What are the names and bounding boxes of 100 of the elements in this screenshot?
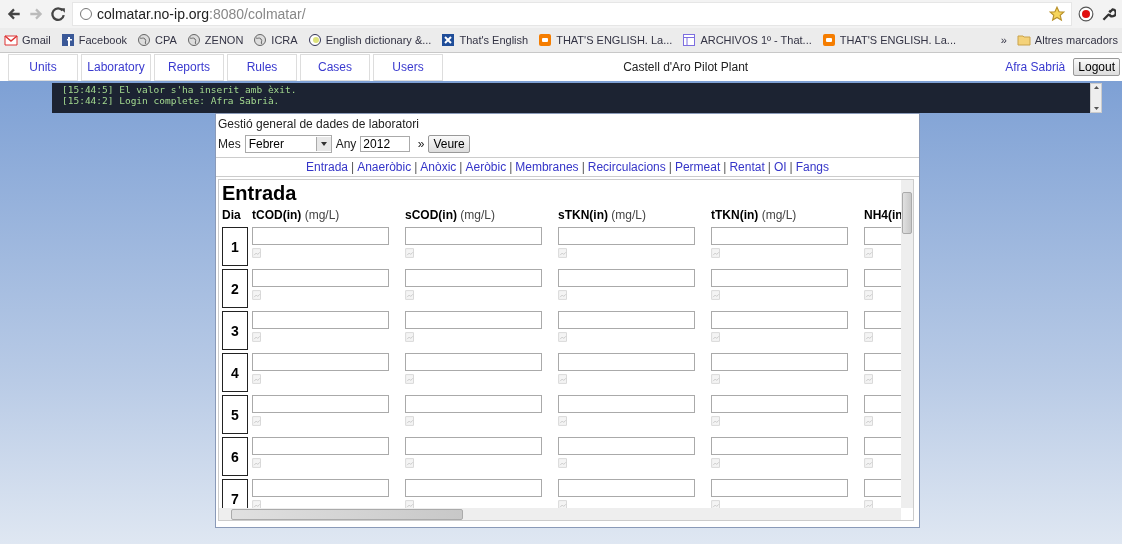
value-field[interactable]: [558, 479, 695, 497]
section-link[interactable]: Anaeròbic: [357, 160, 412, 174]
reload-icon: [50, 6, 66, 22]
value-field[interactable]: [252, 227, 389, 245]
broken-image-icon: [405, 458, 415, 468]
bookmark-link[interactable]: ICRA: [253, 33, 298, 47]
value-field[interactable]: [405, 227, 542, 245]
bookmark-link[interactable]: THAT'S ENGLISH. La...: [821, 33, 956, 47]
separator-text: |: [414, 160, 418, 174]
broken-image-icon: [252, 500, 262, 508]
bookmark-link[interactable]: That's English: [441, 33, 529, 47]
value-field[interactable]: [252, 353, 389, 371]
value-field[interactable]: [711, 395, 848, 413]
horizontal-scrollbar[interactable]: [219, 508, 901, 520]
show-button[interactable]: Veure: [428, 135, 470, 153]
broken-image-icon: [252, 290, 262, 300]
logout-button[interactable]: Logout: [1073, 58, 1120, 76]
globe-icon: [186, 33, 201, 47]
value-field[interactable]: [252, 269, 389, 287]
log-scrollbar[interactable]: [1090, 83, 1102, 113]
value-field[interactable]: [405, 269, 542, 287]
value-field[interactable]: [558, 395, 695, 413]
value-field[interactable]: [252, 311, 389, 329]
month-select[interactable]: Febrer: [244, 135, 332, 153]
value-field[interactable]: [405, 395, 542, 413]
value-field[interactable]: [405, 479, 542, 497]
value-field[interactable]: [252, 437, 389, 455]
month-label: Mes: [218, 137, 241, 151]
broken-image-icon: [558, 500, 568, 508]
more-bookmarks-button[interactable]: »: [1000, 34, 1007, 46]
value-field[interactable]: [711, 269, 848, 287]
separator-text: |: [668, 160, 672, 174]
column-header: sTKN(in) (mg/L): [558, 207, 647, 224]
section-link[interactable]: Membranes: [515, 160, 579, 174]
value-field[interactable]: [711, 437, 848, 455]
bookmark-link[interactable]: ZENON: [186, 33, 244, 47]
broken-image-icon: [864, 458, 874, 468]
value-field[interactable]: [252, 395, 389, 413]
nav-tab[interactable]: Cases: [300, 53, 370, 81]
bookmark-link[interactable]: THAT'S ENGLISH. La...: [538, 33, 673, 47]
section-link[interactable]: Rentat: [729, 160, 765, 174]
social-icon: [60, 33, 75, 47]
value-field[interactable]: [711, 311, 848, 329]
nav-tab[interactable]: Rules: [227, 53, 297, 81]
up-arrow-icon: [1092, 84, 1100, 91]
column-header: NH4(in: [864, 207, 901, 224]
broken-image-icon: [405, 290, 415, 300]
section-link[interactable]: Aeròbic: [465, 160, 507, 174]
value-field[interactable]: [405, 437, 542, 455]
cross-icon: [441, 33, 456, 47]
value-field[interactable]: [711, 353, 848, 371]
bookmark-link[interactable]: English dictionary &...: [307, 33, 432, 47]
broken-image-icon: [252, 248, 262, 258]
section-link[interactable]: OI: [773, 160, 787, 174]
broken-image-icon: [864, 416, 874, 426]
value-field[interactable]: [711, 479, 848, 497]
section-link[interactable]: Entrada: [305, 160, 348, 174]
broken-image-icon: [558, 332, 568, 342]
section-heading: Entrada: [222, 182, 298, 205]
value-field[interactable]: [405, 353, 542, 371]
broken-image-icon: [864, 374, 874, 384]
value-field[interactable]: [558, 437, 695, 455]
bookmark-link[interactable]: Facebook: [60, 33, 128, 47]
user-link[interactable]: Afra Sabrià: [1005, 60, 1066, 74]
value-field[interactable]: [405, 311, 542, 329]
address-bar[interactable]: colmatar.no-ip.org:8080/colmatar/: [72, 2, 1072, 26]
nav-tab[interactable]: Units: [8, 53, 78, 81]
separator-text: |: [459, 160, 463, 174]
nav-tab[interactable]: Reports: [154, 53, 224, 81]
broken-image-icon: [405, 416, 415, 426]
section-link[interactable]: Permeat: [674, 160, 721, 174]
separator-text: |: [723, 160, 727, 174]
nav-tab[interactable]: Laboratory: [81, 53, 151, 81]
value-field[interactable]: [558, 269, 695, 287]
vertical-scrollbar[interactable]: [901, 180, 913, 508]
broken-image-icon: [252, 332, 262, 342]
panel-title: Gestió general de dades de laboratori: [217, 116, 420, 131]
value-field[interactable]: [558, 353, 695, 371]
value-field[interactable]: [711, 227, 848, 245]
bookmark-link[interactable]: CPA: [137, 33, 177, 47]
nav-tab[interactable]: Users: [373, 53, 443, 81]
section-link[interactable]: Anòxic: [420, 160, 457, 174]
broken-image-icon: [558, 416, 568, 426]
day-number: 2: [222, 269, 248, 308]
globe-icon: [253, 33, 268, 47]
separator-text: |: [789, 160, 793, 174]
broken-image-icon: [711, 416, 721, 426]
value-field[interactable]: [558, 227, 695, 245]
year-field[interactable]: 2012: [360, 136, 411, 152]
mail-icon: [4, 33, 18, 47]
bookmarks-folder[interactable]: Altres marcadors: [1016, 33, 1118, 47]
folder-icon: [1016, 33, 1031, 47]
section-link[interactable]: Recirculacions: [587, 160, 666, 174]
value-field[interactable]: [558, 311, 695, 329]
bookmark-link[interactable]: Gmail: [4, 33, 51, 47]
section-link[interactable]: Fangs: [795, 160, 830, 174]
wrench-icon: [1100, 6, 1116, 22]
value-field[interactable]: [252, 479, 389, 497]
bookmark-link[interactable]: ARCHIVOS 1º - That...: [682, 33, 812, 47]
down-arrow-icon: [1092, 105, 1100, 112]
